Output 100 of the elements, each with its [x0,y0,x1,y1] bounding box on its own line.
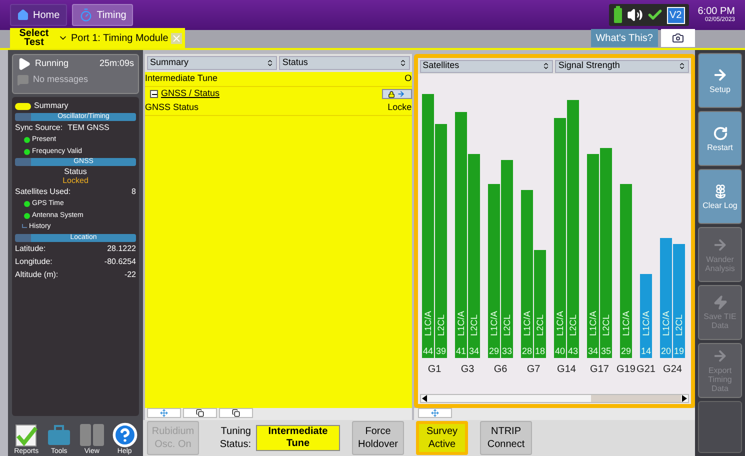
camera-icon [672,32,684,44]
value-label: 18 [534,346,545,356]
sort-icon [542,62,550,70]
field-label: Altitude (m): [15,268,58,280]
horizontal-scrollbar[interactable] [420,394,689,403]
action-button[interactable]: NTRIP Connect [480,421,532,455]
summary-indicator [15,102,31,110]
status-label: Tuning Status: [218,425,251,451]
move-icon [430,409,439,417]
field-label: Latitude: [15,242,46,254]
copy-icon [232,409,240,417]
play-icon [17,57,31,71]
message-icon [17,74,29,86]
column-header[interactable]: Satellites [420,60,554,72]
bolt-icon [712,295,728,310]
restart-icon [712,126,728,140]
battery-icon [612,6,623,24]
help-icon [112,422,138,448]
home-icon [17,9,29,21]
value-label: 20 [660,346,671,356]
value-label: 41 [456,346,466,356]
copy-icon [196,409,204,417]
value-label: 43 [568,346,578,356]
summary-title: Summary [34,100,68,112]
timer-icon [78,8,93,22]
satellite-label: G24 [662,364,682,375]
band-label: L1C/A [620,310,631,336]
select-test-button[interactable]: Select Test [10,28,58,48]
row-label: GNSS Status [145,101,199,114]
scroll-left-icon[interactable] [422,395,428,402]
band-label: L1C/A [554,310,565,336]
field-value: 28.1222 [107,242,136,254]
field-value: -22 [124,268,136,280]
value-label: 28 [522,346,532,356]
value-label: 40 [554,346,565,356]
lock-arrow-button[interactable] [382,89,412,99]
messages-text: No messages [33,73,88,86]
band-label: L2CL [502,314,512,336]
camera-button[interactable] [661,29,695,47]
clock-time: 6:00 PM [698,7,735,17]
band-label: L1C/A [588,310,598,336]
band-label: L2CL [600,314,611,336]
value-label: 29 [488,346,499,356]
sort-icon [678,62,686,70]
value-label: 39 [436,346,446,356]
band-label: L1C/A [660,310,671,336]
band-label: L1C/A [456,310,466,336]
sort-icon [398,59,407,67]
value-label: 14 [640,346,651,356]
band-label: L1C/A [488,310,499,336]
speaker-icon [626,7,643,23]
satellite-label: G3 [460,364,474,375]
move-button[interactable] [418,408,452,418]
satellite-label: G1 [427,364,441,375]
field-value: -80.6254 [104,256,136,268]
band-label: L1C/A [640,310,651,336]
row-label: Intermediate Tune [145,72,218,86]
elapsed-time: 25m:09s [99,57,134,70]
satellite-label: G7 [526,364,540,375]
scroll-thumb[interactable] [591,395,681,402]
satellite-label: G14 [556,364,576,375]
group-link[interactable]: GNSS / Status [161,87,379,101]
satellite-label: G21 [636,364,656,375]
copy-button[interactable] [183,408,217,418]
satellite-label: G17 [590,364,609,375]
satellite-label: G6 [493,364,507,375]
action-button[interactable]: Force Holdover [352,421,404,455]
lock-icon [388,90,396,98]
field-value: 8 [132,186,136,198]
value-label: 19 [674,346,684,356]
column-header[interactable]: Signal Strength [555,60,689,72]
field-value: TEM GNSS [68,122,110,134]
move-icon [160,409,168,417]
sort-icon [266,59,274,67]
row-value: O [404,72,412,86]
checklist-icon [13,422,40,448]
satellite-label: G19 [616,364,636,375]
status-field: Intermediate Tune [256,425,340,451]
copy-button[interactable] [219,408,253,418]
nav-tab[interactable]: Timing [72,4,134,26]
nav-tab[interactable]: Home [10,4,67,26]
tree-branch-icon [22,224,27,228]
value-label: 35 [600,346,611,356]
column-header[interactable]: Summary [147,56,278,70]
whats-this-button[interactable]: What's This? [590,29,658,47]
band-label: L1C/A [422,310,433,336]
expand-toggle[interactable] [150,90,158,98]
split-view-icon [78,422,105,448]
field-label: Longitude: [15,256,52,268]
value-label: 33 [502,346,512,356]
column-header[interactable]: Status [279,56,410,70]
port-tab[interactable]: Port 1: Timing Module [68,28,186,48]
arrow-icon [397,90,406,98]
value-label: 34 [468,346,479,356]
action-button[interactable]: Survey Active [416,421,468,455]
band-label: L2CL [468,314,479,336]
band-label: L2CL [436,314,446,336]
toolbox-icon [46,422,72,448]
field-label: Satellites Used: [15,186,71,198]
status-value: Locked [62,176,88,185]
